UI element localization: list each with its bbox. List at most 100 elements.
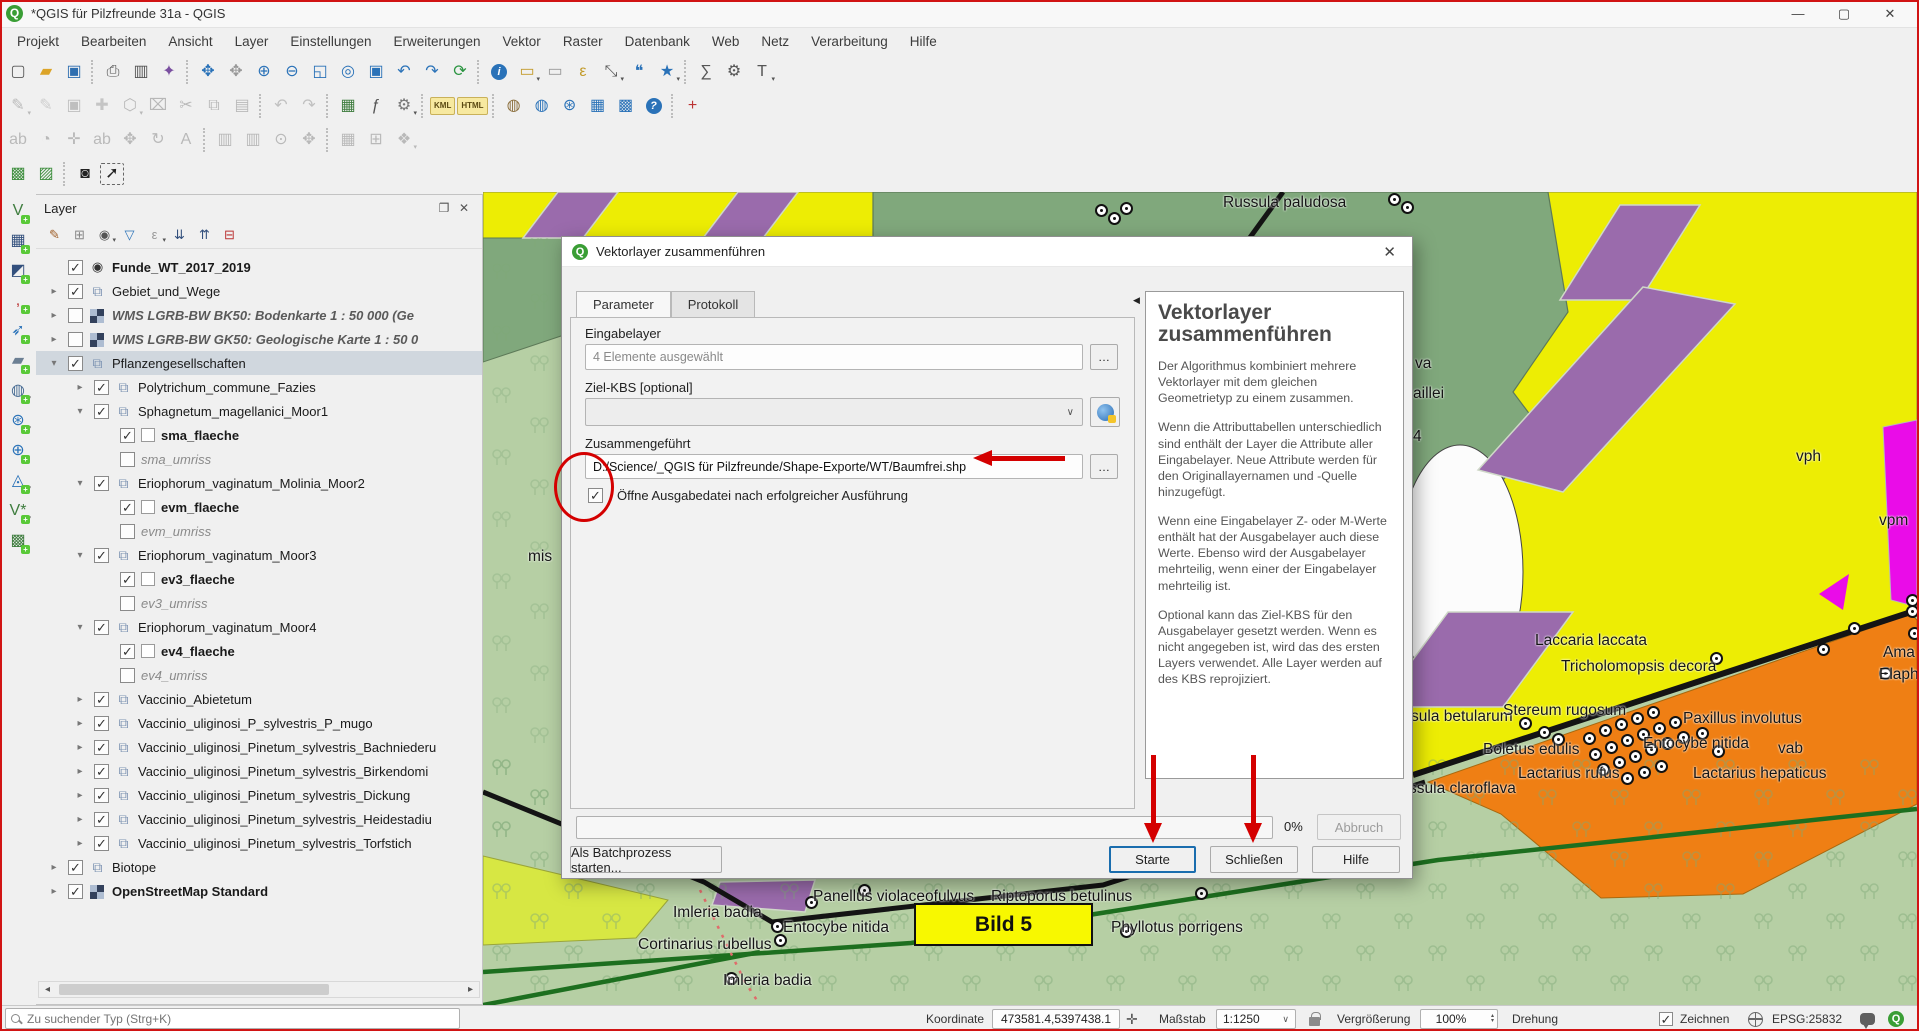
add-mesh-layer-icon[interactable]: ◩ (5, 258, 31, 284)
symbology-swatch[interactable] (141, 500, 155, 514)
layer-item-ev4-umriss[interactable]: ev4_umriss (36, 663, 482, 687)
symbology-swatch[interactable] (141, 572, 155, 586)
layer-actions-icon[interactable]: ⚙▾ (391, 93, 417, 119)
identify-features-icon[interactable]: i (486, 59, 512, 85)
batch-process-button[interactable]: Als Batchprozess starten... (570, 846, 722, 873)
layer-item-vaccinio-uliginosi-p-sylvestris-p-mugo[interactable]: ▸⧉Vaccinio_uliginosi_P_sylvestris_P_mugo (36, 711, 482, 735)
mouse-tracking-icon[interactable]: ✛ (1126, 1006, 1138, 1031)
menu-web[interactable]: Web (701, 30, 751, 53)
collapse-all-icon[interactable]: ⇈ (193, 223, 216, 246)
layer-item-vaccinio-abietetum[interactable]: ▸⧉Vaccinio_Abietetum (36, 687, 482, 711)
search-input[interactable] (25, 1011, 454, 1027)
add-wfs-layer-icon[interactable]: ◬▾ (5, 468, 31, 494)
menu-hilfe[interactable]: Hilfe (899, 30, 948, 53)
add-group-icon[interactable]: ⊞ (68, 223, 91, 246)
new-map-view-icon[interactable]: ▩ (5, 161, 31, 187)
open-project-icon[interactable]: ▰ (33, 59, 59, 85)
pan-map-icon[interactable]: ✥ (195, 59, 221, 85)
save-project-icon[interactable]: ▣ (61, 59, 87, 85)
collapse-help-icon[interactable]: ◀ (1133, 295, 1140, 306)
layer-visibility-checkbox[interactable] (94, 404, 109, 419)
layer-item-ev3-flaeche[interactable]: ev3_flaeche (36, 567, 482, 591)
select-region-icon[interactable]: ➚ (100, 163, 124, 185)
add-raster-layer-icon[interactable]: ▦ (5, 228, 31, 254)
layer-visibility-checkbox[interactable] (68, 356, 83, 371)
layer-item-openstreetmap-standard[interactable]: ▸OpenStreetMap Standard (36, 879, 482, 903)
close-dialog-button[interactable]: Schließen (1210, 846, 1298, 873)
layer-visibility-checkbox[interactable] (94, 548, 109, 563)
menu-datenbank[interactable]: Datenbank (614, 30, 701, 53)
layer-visibility-checkbox[interactable] (120, 668, 135, 683)
layer-visibility-checkbox[interactable] (120, 572, 135, 587)
scale-combobox[interactable]: 1:1250 ∨ (1216, 1009, 1296, 1029)
minimize-button[interactable]: — (1775, 1, 1821, 27)
layer-item-vaccinio-uliginosi-pinetum-sylvestris-ba[interactable]: ▸⧉Vaccinio_uliginosi_Pinetum_sylvestris_… (36, 735, 482, 759)
layer-visibility-checkbox[interactable] (68, 332, 83, 347)
add-virtual-layer-icon[interactable]: V*▾ (5, 498, 31, 524)
text-annotation-icon[interactable]: T▾ (749, 59, 775, 85)
help-icon[interactable]: ? (641, 93, 667, 119)
input-layers-browse-button[interactable]: … (1090, 344, 1118, 370)
layer-visibility-checkbox[interactable] (120, 428, 135, 443)
expand-closed-icon[interactable]: ▸ (46, 334, 62, 345)
layer-visibility-checkbox[interactable] (68, 308, 83, 323)
expand-all-icon[interactable]: ⇊ (168, 223, 191, 246)
layer-visibility-checkbox[interactable] (120, 596, 135, 611)
magnifier-spinbox[interactable]: 100% (1420, 1009, 1498, 1029)
zoom-to-layer-icon[interactable]: ▣ (363, 59, 389, 85)
measure-icon[interactable]: ⤡▾ (598, 59, 624, 85)
scroll-left-icon[interactable]: ◂ (39, 984, 56, 995)
expand-open-icon[interactable]: ▾ (72, 478, 88, 489)
help-button[interactable]: Hilfe (1312, 846, 1400, 873)
expand-closed-icon[interactable]: ▸ (46, 886, 62, 897)
field-calculator-icon[interactable]: ƒ (363, 93, 389, 119)
zoom-next-icon[interactable]: ↷ (419, 59, 445, 85)
merged-output-field[interactable]: D:/Science/_QGIS für Pilzfreunde/Shape-E… (585, 454, 1083, 479)
epsg-status[interactable]: EPSG:25832 (1772, 1006, 1842, 1031)
deselect-features-icon[interactable]: ▭ (542, 59, 568, 85)
open-attribute-table-icon[interactable]: ▦ (335, 93, 361, 119)
refresh-map-icon[interactable]: ⟳ (447, 59, 473, 85)
layer-item-wms-lgrb-bw-gk50-geologische-karte-1-50-[interactable]: ▸WMS LGRB-BW GK50: Geologische Karte 1 :… (36, 327, 482, 351)
menu-verarbeitung[interactable]: Verarbeitung (800, 30, 899, 53)
dock-panel-icon[interactable]: ❐ (434, 201, 454, 215)
zoom-last-icon[interactable]: ↶ (391, 59, 417, 85)
new-3d-map-view-icon[interactable]: ▨ (33, 161, 59, 187)
menu-erweiterungen[interactable]: Erweiterungen (382, 30, 491, 53)
crs-status-icon[interactable] (1748, 1006, 1763, 1031)
close-panel-icon[interactable]: ✕ (454, 201, 474, 215)
tile-grid-icon[interactable]: ▦ (585, 93, 611, 119)
new-project-icon[interactable]: ▢ (5, 59, 31, 85)
expand-closed-icon[interactable]: ▸ (46, 310, 62, 321)
add-vector-layer-icon[interactable]: V (5, 198, 31, 224)
lock-scale-icon[interactable] (1309, 1006, 1320, 1031)
menu-projekt[interactable]: Projekt (6, 30, 70, 53)
open-layer-styling-icon[interactable]: ✎ (43, 223, 66, 246)
crosshair-tool-icon[interactable]: + (680, 93, 706, 119)
layer-visibility-checkbox[interactable] (94, 380, 109, 395)
layer-item-vaccinio-uliginosi-pinetum-sylvestris-he[interactable]: ▸⧉Vaccinio_uliginosi_Pinetum_sylvestris_… (36, 807, 482, 831)
processing-toolbox-icon[interactable]: ⚙ (721, 59, 747, 85)
layer-item-evm-umriss[interactable]: evm_umriss (36, 519, 482, 543)
add-spatialite-layer-icon[interactable]: ▰ (5, 348, 31, 374)
layer-item-pflanzengesellschaften[interactable]: ▾⧉Pflanzengesellschaften (36, 351, 482, 375)
layer-visibility-checkbox[interactable] (94, 620, 109, 635)
qgis-status-icon[interactable]: Q (1888, 1006, 1904, 1031)
layer-item-vaccinio-uliginosi-pinetum-sylvestris-bi[interactable]: ▸⧉Vaccinio_uliginosi_Pinetum_sylvestris_… (36, 759, 482, 783)
new-bookmark-icon[interactable]: ★▾ (654, 59, 680, 85)
tile-grid-2-icon[interactable]: ▩ (613, 93, 639, 119)
add-wms-layer-icon[interactable]: ⊛▾ (5, 408, 31, 434)
menu-einstellungen[interactable]: Einstellungen (279, 30, 382, 53)
layer-item-gebiet-und-wege[interactable]: ▸⧉Gebiet_und_Wege (36, 279, 482, 303)
expand-closed-icon[interactable]: ▸ (72, 814, 88, 825)
close-button[interactable]: ✕ (1867, 1, 1913, 27)
tab-protokoll[interactable]: Protokoll (671, 291, 756, 317)
symbology-swatch[interactable] (141, 644, 155, 658)
layer-visibility-checkbox[interactable] (120, 644, 135, 659)
menu-layer[interactable]: Layer (224, 30, 280, 53)
add-postgis-layer-icon[interactable]: ◍▾ (5, 378, 31, 404)
select-by-expression-icon[interactable]: ε (570, 59, 596, 85)
input-layers-field[interactable]: 4 Elemente ausgewählt (585, 344, 1083, 370)
add-delimited-text-layer-icon[interactable]: , (5, 288, 31, 314)
merged-output-browse-button[interactable]: … (1090, 454, 1118, 479)
